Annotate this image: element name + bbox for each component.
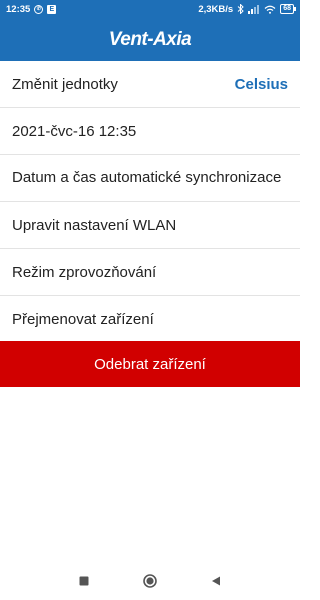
whatsapp-icon: ✆ xyxy=(34,4,44,14)
app-header: Vent-Axia xyxy=(0,18,300,61)
home-circle-icon[interactable] xyxy=(142,573,158,589)
status-bar: 12:35 ✆ E 2,3KB/s 68 xyxy=(0,0,300,18)
datetime-row[interactable]: 2021-čvc-16 12:35 xyxy=(0,108,300,155)
status-time: 12:35 xyxy=(6,3,31,15)
commissioning-mode-row[interactable]: Režim zprovozňování xyxy=(0,249,300,296)
remove-device-button[interactable]: Odebrat zařízení xyxy=(0,341,300,387)
signal-icon xyxy=(248,4,260,14)
rename-device-label: Přejmenovat zařízení xyxy=(12,310,154,328)
back-triangle-icon[interactable] xyxy=(208,573,224,589)
wlan-settings-row[interactable]: Upravit nastavení WLAN xyxy=(0,202,300,249)
network-speed: 2,3KB/s xyxy=(198,3,234,15)
rename-device-row[interactable]: Přejmenovat zařízení xyxy=(0,296,300,342)
auto-sync-label: Datum a čas automatické synchronizace xyxy=(12,169,282,186)
units-value[interactable]: Celsius xyxy=(235,76,288,93)
vent-axia-logo: Vent-Axia xyxy=(108,28,192,50)
wlan-settings-label: Upravit nastavení WLAN xyxy=(12,216,177,234)
bluetooth-icon xyxy=(237,4,244,14)
recents-square-icon[interactable] xyxy=(76,573,92,589)
commissioning-mode-label: Režim zprovozňování xyxy=(12,263,157,281)
datetime-value: 2021-čvc-16 12:35 xyxy=(12,122,137,140)
system-nav-bar xyxy=(0,562,300,600)
wifi-icon xyxy=(264,5,276,14)
change-units-label: Změnit jednotky xyxy=(12,75,118,93)
battery-icon: 68 xyxy=(280,4,296,14)
change-units-row[interactable]: Změnit jednotky Celsius xyxy=(0,61,300,108)
settings-list: Změnit jednotky Celsius 2021-čvc-16 12:3… xyxy=(0,61,300,342)
auto-sync-row[interactable]: Datum a čas automatické synchronizace xyxy=(0,155,300,202)
battery-level: 68 xyxy=(283,5,291,12)
notification-e-icon: E xyxy=(47,4,57,14)
